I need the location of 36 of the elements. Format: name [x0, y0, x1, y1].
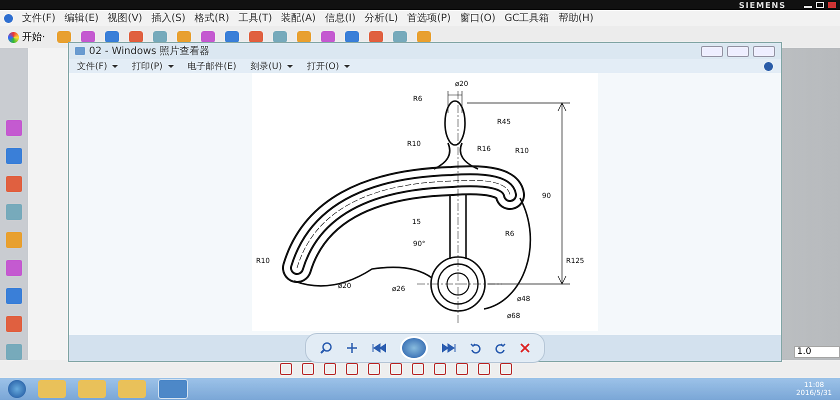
menu-item[interactable]: 信息(I): [324, 11, 356, 25]
zoom-icon[interactable]: [320, 342, 332, 354]
help-icon[interactable]: [764, 62, 773, 70]
menu-item[interactable]: GC工具箱: [504, 11, 550, 25]
photo-viewer-icon: [75, 47, 85, 55]
close-button[interactable]: [753, 46, 775, 56]
slideshow-button[interactable]: [400, 336, 428, 360]
app-logo-icon: [4, 14, 13, 22]
fit-icon[interactable]: [346, 342, 358, 354]
menu-item[interactable]: 编辑(E): [64, 11, 99, 25]
menu-item[interactable]: 刻录(U): [250, 60, 293, 72]
menu-item[interactable]: 文件(F): [22, 11, 56, 25]
menu-item[interactable]: 格式(R): [194, 11, 230, 25]
menu-item[interactable]: 装配(A): [281, 11, 316, 25]
brand-label: SIEMENS: [738, 0, 786, 10]
menu-item[interactable]: 电子邮件(E): [188, 60, 236, 72]
rotate-left-icon[interactable]: [470, 342, 481, 354]
menu-item[interactable]: 工具(T): [238, 11, 272, 25]
start-orb-icon[interactable]: [8, 380, 26, 398]
delete-icon[interactable]: [520, 343, 530, 353]
photo-viewer-icon[interactable]: [158, 379, 188, 399]
previous-icon[interactable]: [372, 343, 386, 353]
menu-item[interactable]: 窗口(O): [460, 11, 496, 25]
start-button[interactable]: 开始·: [6, 30, 48, 44]
next-icon[interactable]: [442, 343, 456, 353]
window-title: 02 - Windows 照片查看器: [89, 44, 210, 58]
menu-item[interactable]: 首选项(P): [406, 11, 451, 25]
menu-item[interactable]: 帮助(H): [558, 11, 594, 25]
menu-item[interactable]: 插入(S): [151, 11, 186, 25]
menu-item[interactable]: 视图(V): [108, 11, 142, 25]
menu-item[interactable]: 分析(L): [364, 11, 398, 25]
rotate-right-icon[interactable]: [495, 342, 506, 354]
menu-item[interactable]: 打开(O): [307, 60, 350, 72]
scale-field[interactable]: 1.0: [794, 346, 840, 358]
menu-item[interactable]: 文件(F): [77, 60, 118, 72]
menu-item[interactable]: 打印(P): [132, 60, 174, 72]
